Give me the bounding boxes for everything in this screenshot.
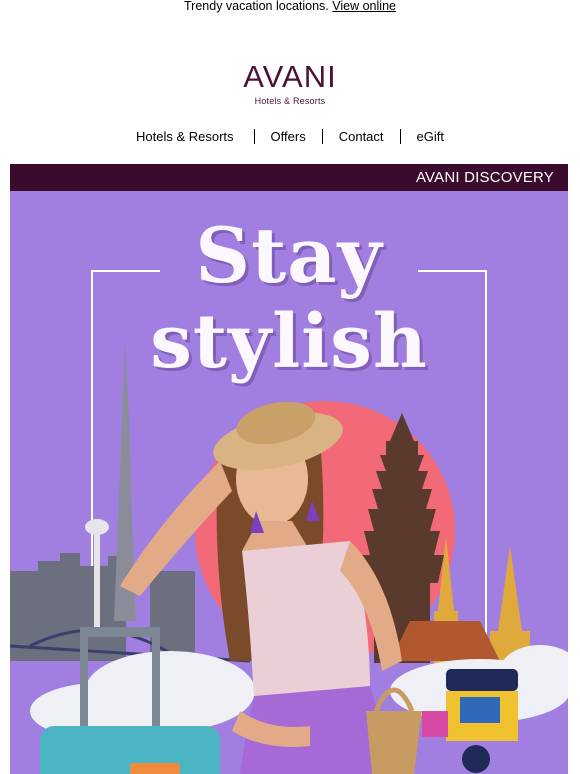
preheader: Trendy vacation locations. View online [0,0,580,16]
section-band: AVANI DISCOVERY [10,164,568,191]
nav-divider [253,129,255,144]
logo-wordmark: AVANI [243,59,337,94]
nav-item-contact[interactable]: Contact [339,129,384,144]
nav-item-egift[interactable]: eGift [417,129,444,144]
hero-headline-line2: stylish [150,299,428,385]
nav-item-offers[interactable]: Offers [271,129,306,144]
hero-banner[interactable]: Stay stylish [10,191,568,774]
nav-divider [321,129,323,144]
view-online-link[interactable]: View online [332,0,396,13]
main-nav: Hotels & Resorts Offers Contact eGift [0,129,580,144]
logo-tagline: Hotels & Resorts [254,96,326,106]
hero-headline-line1: Stay [195,211,383,300]
nav-divider [399,129,401,144]
nav-item-hotels-resorts[interactable]: Hotels & Resorts [136,129,234,144]
city-skyline [10,553,195,661]
section-band-label: AVANI DISCOVERY [415,169,554,186]
avani-logo[interactable]: AVANI Hotels & Resorts [0,59,580,106]
preheader-text: Trendy vacation locations. [184,0,329,13]
